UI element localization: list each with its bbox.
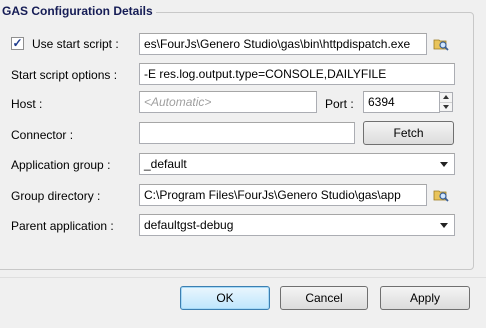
start-script-options-field[interactable]: -E res.log.output.type=CONSOLE,DAILYFILE bbox=[139, 63, 455, 85]
spin-up-icon[interactable] bbox=[440, 93, 452, 103]
application-group-value: _default bbox=[144, 157, 187, 171]
host-label: Host : bbox=[11, 97, 43, 111]
group-directory-label: Group directory : bbox=[11, 189, 101, 203]
application-group-combo[interactable]: _default bbox=[139, 153, 455, 175]
port-field[interactable]: 6394 bbox=[363, 91, 440, 113]
application-group-label: Application group : bbox=[11, 158, 111, 172]
port-value: 6394 bbox=[368, 95, 395, 109]
fetch-button[interactable]: Fetch bbox=[363, 121, 454, 145]
folder-search-icon[interactable] bbox=[433, 187, 449, 203]
host-placeholder: <Automatic> bbox=[144, 95, 212, 109]
cancel-button[interactable]: Cancel bbox=[280, 286, 368, 310]
host-field[interactable]: <Automatic> bbox=[139, 91, 317, 113]
start-script-value: es\FourJs\Genero Studio\gas\bin\httpdisp… bbox=[144, 37, 411, 51]
connector-label: Connector : bbox=[11, 128, 74, 142]
chevron-down-icon bbox=[440, 162, 448, 167]
group-title: GAS Configuration Details bbox=[0, 4, 156, 18]
ok-button[interactable]: OK bbox=[180, 286, 270, 310]
group-directory-value: C:\Program Files\FourJs\Genero Studio\ga… bbox=[144, 188, 401, 202]
checkmark-icon: ✓ bbox=[12, 36, 23, 50]
port-label: Port : bbox=[325, 97, 354, 111]
start-script-options-label: Start script options : bbox=[11, 68, 118, 82]
use-start-script-label: Use start script : bbox=[32, 37, 119, 51]
chevron-down-icon bbox=[440, 223, 448, 228]
use-start-script-checkbox[interactable]: ✓ bbox=[11, 37, 24, 50]
divider bbox=[0, 277, 486, 278]
connector-field[interactable] bbox=[139, 122, 355, 144]
port-spinner[interactable] bbox=[439, 92, 453, 112]
start-script-options-value: -E res.log.output.type=CONSOLE,DAILYFILE bbox=[144, 67, 387, 81]
apply-button[interactable]: Apply bbox=[380, 286, 470, 310]
spin-down-icon[interactable] bbox=[440, 103, 452, 112]
group-directory-field[interactable]: C:\Program Files\FourJs\Genero Studio\ga… bbox=[139, 184, 427, 206]
folder-search-icon[interactable] bbox=[433, 36, 449, 52]
parent-application-value: defaultgst-debug bbox=[144, 218, 234, 232]
parent-application-combo[interactable]: defaultgst-debug bbox=[139, 214, 455, 236]
start-script-field[interactable]: es\FourJs\Genero Studio\gas\bin\httpdisp… bbox=[139, 33, 427, 55]
parent-application-label: Parent application : bbox=[11, 219, 114, 233]
